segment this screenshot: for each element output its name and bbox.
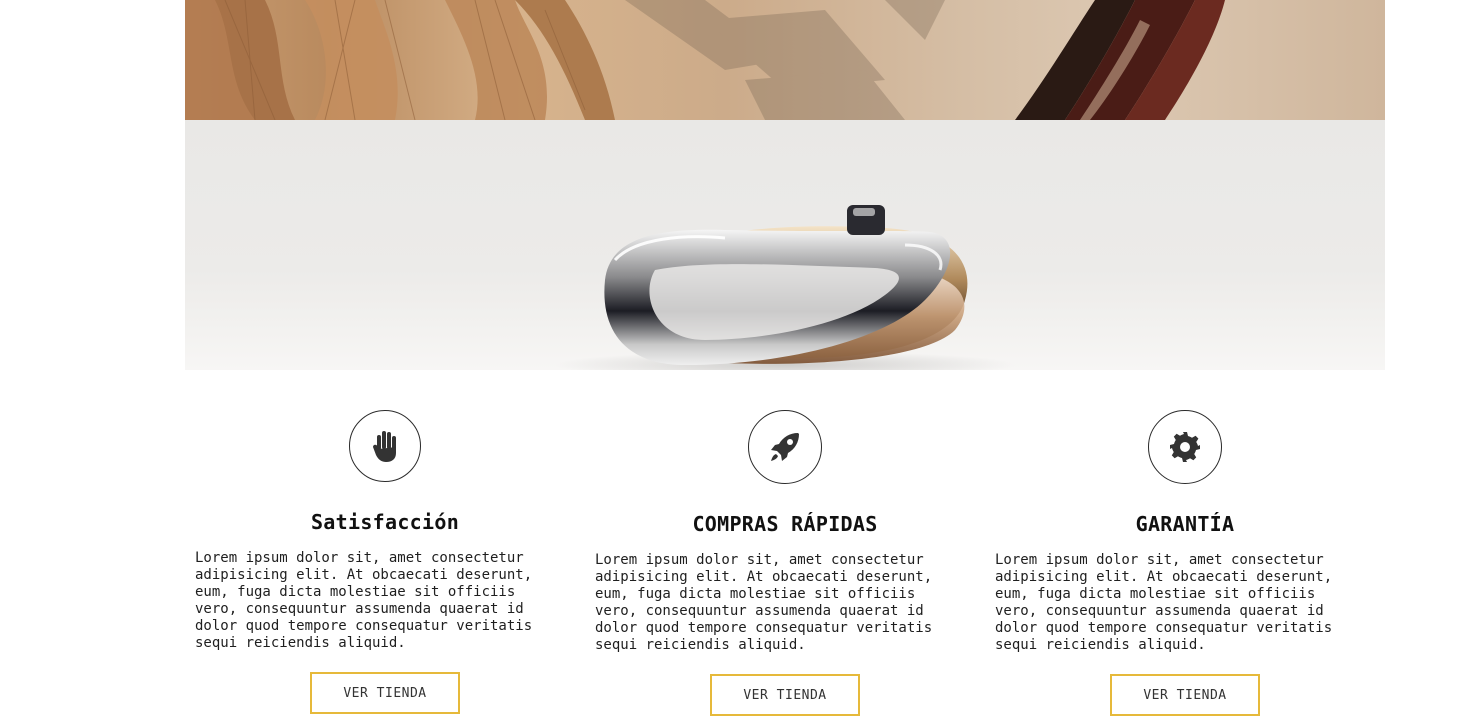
hand-icon xyxy=(373,431,396,462)
feature-title: Satisfacción xyxy=(310,510,460,534)
ver-tienda-button[interactable]: VER TIENDA xyxy=(710,674,860,716)
rocket-icon xyxy=(771,433,799,461)
feature-title: GARANTÍA xyxy=(1135,512,1235,536)
feature-title: COMPRAS RÁPIDAS xyxy=(692,512,878,536)
ver-tienda-button[interactable]: VER TIENDA xyxy=(1110,674,1260,716)
feature-description: Lorem ipsum dolor sit, amet consectetur … xyxy=(595,552,933,653)
banner-image-sunglasses xyxy=(185,0,1385,120)
feature-garantia: GARANTÍA Lorem ipsum dolor sit, amet con… xyxy=(985,370,1385,728)
feature-satisfaccion: Satisfacción Lorem ipsum dolor sit, amet… xyxy=(185,370,585,728)
features-section: Satisfacción Lorem ipsum dolor sit, amet… xyxy=(185,370,1385,728)
gear-icon-circle xyxy=(1148,410,1222,484)
banner-image-ring xyxy=(185,120,1385,370)
page: Satisfacción Lorem ipsum dolor sit, amet… xyxy=(0,0,1463,728)
feature-compras-rapidas: COMPRAS RÁPIDAS Lorem ipsum dolor sit, a… xyxy=(585,370,985,728)
rocket-icon-circle xyxy=(748,410,822,484)
hand-icon-circle xyxy=(349,410,421,482)
gear-icon xyxy=(1170,432,1200,462)
ver-tienda-button[interactable]: VER TIENDA xyxy=(310,672,460,714)
feature-description: Lorem ipsum dolor sit, amet consectetur … xyxy=(995,552,1333,653)
feature-description: Lorem ipsum dolor sit, amet consectetur … xyxy=(195,550,533,651)
